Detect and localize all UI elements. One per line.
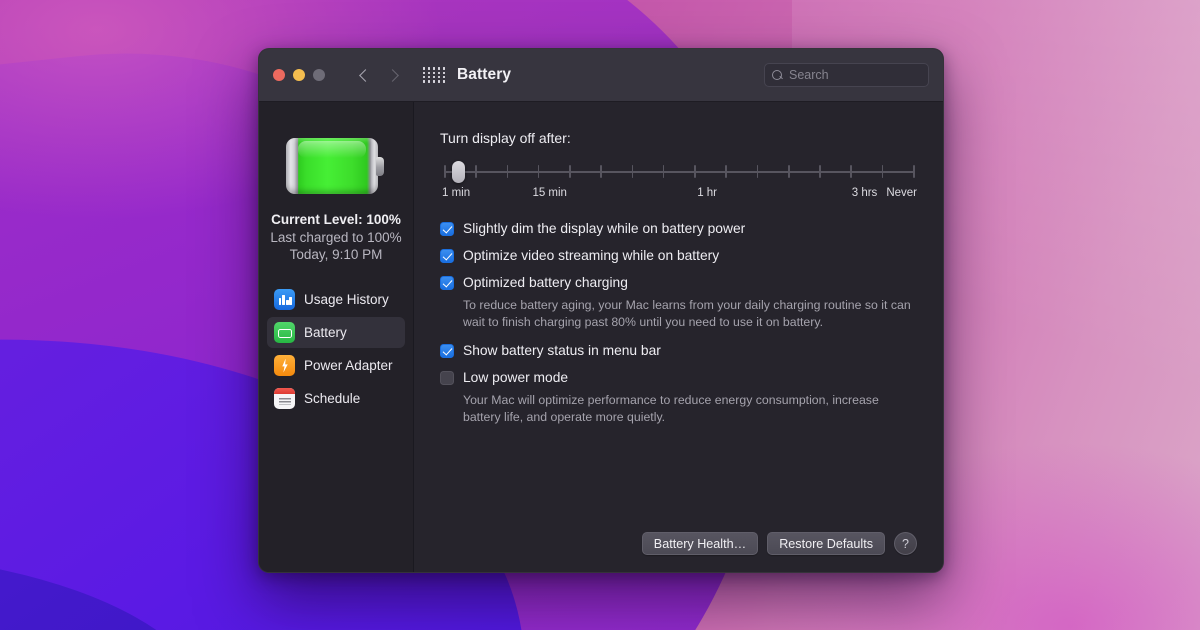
slider-tick <box>850 165 853 178</box>
display-off-label: Turn display off after: <box>440 130 571 146</box>
zoom-button[interactable] <box>313 69 325 81</box>
close-button[interactable] <box>273 69 285 81</box>
sidebar-item-label: Usage History <box>304 292 389 307</box>
option-optimized-charging[interactable]: Optimized battery charging <box>440 275 917 291</box>
slider-scale-label: Never <box>886 187 917 199</box>
usage-history-icon <box>274 289 295 310</box>
battery-status-block: Current Level: 100% Last charged to 100%… <box>259 212 413 262</box>
slider-scale-label: 3 hrs <box>851 187 878 199</box>
sidebar-item-power-adapter[interactable]: Power Adapter <box>267 350 405 381</box>
sidebar-item-usage-history[interactable]: Usage History <box>267 284 405 315</box>
slider-tick <box>444 165 446 178</box>
slider-tick <box>600 165 602 178</box>
slider-ticks <box>444 165 915 179</box>
slider-scale-label: 1 min <box>442 187 471 199</box>
sidebar-nav-list: Usage History Battery Power Adapter Sche… <box>259 284 413 414</box>
slider-tick <box>787 165 790 178</box>
slider-tick <box>913 165 915 178</box>
battery-body <box>286 138 378 194</box>
checkbox-checked-icon[interactable] <box>440 344 454 358</box>
last-charged-label: Last charged to 100% <box>270 230 402 245</box>
option-label: Slightly dim the display while on batter… <box>463 221 746 236</box>
sidebar-item-label: Schedule <box>304 391 361 406</box>
option-dim-display[interactable]: Slightly dim the display while on batter… <box>440 221 917 237</box>
slider-tick <box>725 165 727 178</box>
minimize-button[interactable] <box>293 69 305 81</box>
help-button[interactable]: ? <box>894 532 917 555</box>
restore-defaults-button[interactable]: Restore Defaults <box>767 532 885 555</box>
battery-highlight <box>298 141 366 158</box>
option-help-text: Your Mac will optimize performance to re… <box>463 393 879 424</box>
slider-tick <box>506 165 509 178</box>
option-low-power-mode[interactable]: Low power mode <box>440 370 917 386</box>
search-input[interactable]: Search <box>789 68 829 82</box>
sidebar-item-schedule[interactable]: Schedule <box>267 383 405 414</box>
slider-scale-labels: 1 min 15 min 1 hr 3 hrs Never <box>440 187 917 203</box>
slider-tick <box>537 165 540 178</box>
battery-icon <box>274 322 295 343</box>
slider-tick <box>569 165 571 178</box>
checkbox-checked-icon[interactable] <box>440 249 454 263</box>
option-label: Optimize video streaming while on batter… <box>463 248 720 263</box>
checkbox-unchecked-icon[interactable] <box>440 371 454 385</box>
slider-tick <box>662 165 665 178</box>
forward-chevron-icon[interactable] <box>386 70 397 81</box>
navigation-arrows <box>359 70 397 81</box>
slider-tick <box>881 165 884 178</box>
window-body: Current Level: 100% Last charged to 100%… <box>259 102 943 572</box>
charged-time-label: Today, 9:10 PM <box>289 247 383 262</box>
battery-hero-icon <box>286 138 386 194</box>
slider-tick <box>631 165 634 178</box>
battery-health-button[interactable]: Battery Health… <box>641 532 759 555</box>
sidebar-item-label: Power Adapter <box>304 358 393 373</box>
page-title: Battery <box>457 66 512 83</box>
schedule-icon <box>274 388 295 409</box>
option-label: Optimized battery charging <box>463 275 628 290</box>
slider-scale-label: 15 min <box>532 187 567 199</box>
slider-tick <box>694 165 696 178</box>
power-adapter-icon <box>274 355 295 376</box>
current-level-label: Current Level: 100% <box>271 212 401 227</box>
system-preferences-window: Battery Search Current Level: 100% Last … <box>258 48 944 573</box>
checkbox-checked-icon[interactable] <box>440 222 454 236</box>
slider-knob[interactable] <box>451 161 465 183</box>
option-help-text: To reduce battery aging, your Mac learns… <box>463 298 911 329</box>
slider-scale-label: 1 hr <box>697 187 718 199</box>
display-off-slider[interactable]: 1 min 15 min 1 hr 3 hrs Never <box>440 159 917 207</box>
option-label: Show battery status in menu bar <box>463 343 661 358</box>
show-all-grid-icon[interactable] <box>423 67 446 83</box>
search-icon <box>772 69 783 81</box>
footer-button-bar: Battery Health… Restore Defaults ? <box>641 532 917 555</box>
option-label: Low power mode <box>463 370 569 385</box>
back-chevron-icon[interactable] <box>359 70 370 81</box>
sidebar: Current Level: 100% Last charged to 100%… <box>259 102 414 572</box>
options-list: Slightly dim the display while on batter… <box>440 221 917 425</box>
sidebar-item-battery[interactable]: Battery <box>267 317 405 348</box>
sidebar-item-label: Battery <box>304 325 347 340</box>
battery-terminal <box>376 157 384 176</box>
slider-tick <box>819 165 821 178</box>
checkbox-checked-icon[interactable] <box>440 276 454 290</box>
option-menu-bar-status[interactable]: Show battery status in menu bar <box>440 343 917 359</box>
slider-tick <box>756 165 759 178</box>
preferences-content: Turn display off after: 1 min 15 min 1 hr 3… <box>414 102 943 572</box>
option-optimize-video[interactable]: Optimize video streaming while on batter… <box>440 248 917 264</box>
slider-tick <box>475 165 477 178</box>
search-field[interactable]: Search <box>764 63 929 87</box>
traffic-light-group <box>273 69 325 81</box>
window-titlebar: Battery Search <box>259 49 943 102</box>
